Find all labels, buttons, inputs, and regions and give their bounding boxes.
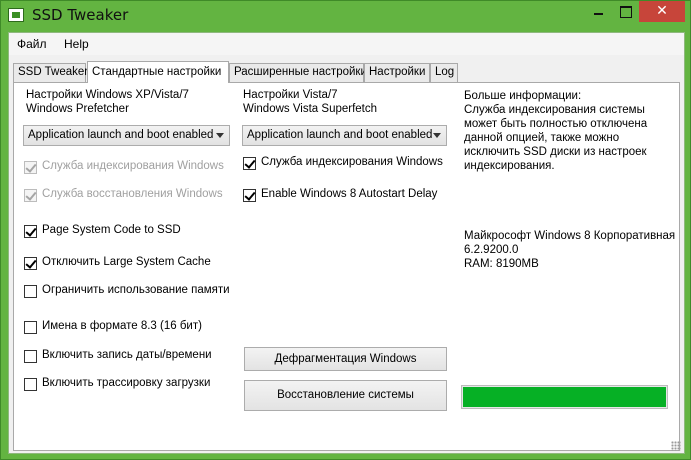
chevron-down-icon [216,133,224,138]
window-title: SSD Tweaker [32,6,129,24]
os-version: 6.2.9200.0 [464,244,519,256]
checkbox-label: Служба восстановления Windows [42,188,223,200]
app-window: SSD Tweaker ✕ Файл Help SSD Tweaker Стан… [0,0,691,460]
superfetch-select[interactable]: Application launch and boot enabled [242,125,447,146]
chevron-down-icon [433,133,441,138]
info-line-3: данной опцией, также можно [464,132,620,144]
checkbox-label[interactable]: Page System Code to SSD [42,224,181,236]
minimize-button[interactable] [585,1,612,22]
info-line-4: исключить SSD диски из настроек [464,146,647,158]
checkbox-box [24,161,37,174]
settings-panel: Настройки Windows XP/Vista/7 Windows Pre… [13,82,680,451]
info-line-1: Служба индексирования системы [464,104,645,116]
client-area: Файл Help SSD Tweaker Стандартные настро… [8,32,685,454]
prefetcher-select-value: Application launch and boot enabled [28,129,214,141]
checkbox-label[interactable]: Отключить Large System Cache [42,256,211,268]
checkbox-box[interactable] [24,378,37,391]
checkbox-box[interactable] [24,285,37,298]
system-restore-button[interactable]: Восстановление системы [244,380,447,411]
checkbox-box [24,189,37,202]
defrag-button[interactable]: Дефрагментация Windows [244,347,447,371]
tab-settings[interactable]: Настройки [364,63,430,82]
progress-fill [463,387,666,407]
info-line-2: может быть полностью отключена [464,118,648,130]
maximize-button[interactable] [612,1,639,22]
prefetcher-heading: Windows Prefetcher [26,103,129,115]
progress-bar [461,385,668,409]
checkbox-label[interactable]: Включить запись даты/времени [42,349,212,361]
checkbox-label[interactable]: Ограничить использование памяти [42,284,230,296]
more-info-title: Больше информации: [464,90,582,102]
checkbox-label[interactable]: Имена в формате 8.3 (16 бит) [42,320,202,332]
prefetcher-select[interactable]: Application launch and boot enabled [23,125,230,146]
vista-settings-heading: Настройки Vista/7 [243,89,338,101]
app-icon [8,8,24,22]
tab-standard-settings[interactable]: Стандартные настройки [87,61,229,83]
menu-file[interactable]: Файл [17,37,47,51]
xp-settings-heading: Настройки Windows XP/Vista/7 [26,89,189,101]
tab-log[interactable]: Log [430,63,458,82]
menu-help[interactable]: Help [64,37,89,51]
tab-advanced-settings[interactable]: Расширенные настройки [229,63,367,82]
checkbox-box[interactable] [24,350,37,363]
checkbox-box[interactable] [243,157,256,170]
title-bar[interactable]: SSD Tweaker ✕ [1,1,690,32]
info-line-5: индексирования. [464,160,555,172]
os-name: Майкрософт Windows 8 Корпоративная [464,230,676,242]
superfetch-select-value: Application launch and boot enabled [247,129,433,141]
close-button[interactable]: ✕ [639,1,685,22]
checkbox-label[interactable]: Включить трассировку загрузки [42,377,210,389]
resize-grip-icon[interactable] [671,441,681,451]
checkbox-box[interactable] [24,225,37,238]
checkbox-box[interactable] [24,257,37,270]
checkbox-label[interactable]: Служба индексирования Windows [261,156,443,168]
superfetch-heading: Windows Vista Superfetch [243,103,378,115]
checkbox-box[interactable] [243,189,256,202]
tab-ssd-tweaker[interactable]: SSD Tweaker [13,63,88,82]
checkbox-box[interactable] [24,321,37,334]
menu-bar: Файл Help [9,33,684,55]
checkbox-label[interactable]: Enable Windows 8 Autostart Delay [261,188,437,200]
ram-info: RAM: 8190MB [464,258,539,270]
checkbox-label: Служба индексирования Windows [42,160,224,172]
